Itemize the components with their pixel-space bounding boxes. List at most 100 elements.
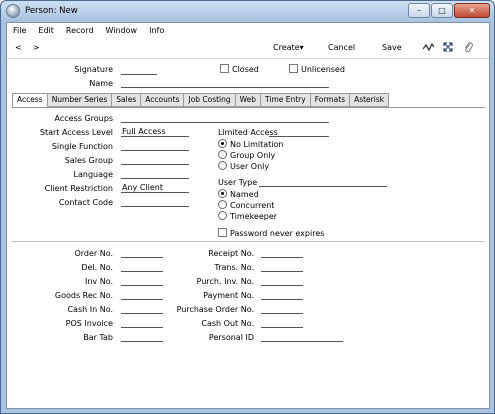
name-label: Name — [89, 79, 113, 88]
order-no-field[interactable] — [121, 248, 163, 258]
personal-id-field[interactable] — [261, 332, 343, 342]
create-button[interactable]: Create▾ — [273, 43, 304, 52]
limited-access-line — [269, 127, 329, 137]
tab-formats[interactable]: Formats — [310, 93, 351, 107]
section-divider — [12, 241, 485, 242]
cancel-button[interactable]: Cancel — [328, 43, 355, 52]
menu-file[interactable]: File — [13, 26, 26, 35]
closed-label: Closed — [232, 65, 259, 74]
purch-inv-no-field[interactable] — [261, 276, 303, 286]
menu-bar: File Edit Record Window Info — [7, 23, 489, 37]
tab-asterisk[interactable]: Asterisk — [350, 93, 390, 107]
tab-time-entry[interactable]: Time Entry — [261, 93, 311, 107]
create-label: Create — [273, 43, 300, 52]
purchase-order-no-field[interactable] — [261, 304, 303, 314]
pos-invoice-label: POS Invoice — [65, 319, 113, 328]
close-button[interactable]: ✕ — [454, 3, 490, 18]
tab-web[interactable]: Web — [235, 93, 262, 107]
window-controls: – □ ✕ — [408, 3, 490, 18]
contact-code-field[interactable] — [121, 197, 189, 207]
timekeeper-label: Timekeeper — [230, 212, 278, 221]
maximize-button[interactable]: □ — [431, 3, 453, 18]
language-label: Language — [73, 170, 113, 179]
purch-inv-no-label: Purch. Inv. No. — [196, 277, 254, 286]
signature-label: Signature — [74, 65, 113, 74]
menu-window[interactable]: Window — [106, 26, 138, 35]
password-never-expires-label: Password never expires — [230, 229, 325, 238]
cash-out-no-field[interactable] — [261, 318, 303, 328]
user-only-label: User Only — [230, 162, 270, 171]
user-type-label: User Type — [218, 178, 258, 187]
no-limitation-radio[interactable] — [218, 139, 227, 148]
tab-bar: Access Number Series Sales Accounts Job … — [12, 93, 390, 108]
window-title: Person: New — [25, 6, 78, 16]
name-field[interactable] — [121, 78, 329, 88]
cash-in-no-field[interactable] — [121, 304, 163, 314]
tab-accounts[interactable]: Accounts — [141, 93, 185, 107]
start-access-level-field[interactable]: Full Access — [121, 127, 189, 137]
no-limitation-label: No Limitation — [230, 140, 284, 149]
signature-field[interactable] — [121, 65, 157, 75]
single-function-field[interactable] — [121, 141, 189, 151]
tab-access[interactable]: Access — [12, 93, 48, 108]
named-label: Named — [230, 190, 259, 199]
paperclip-icon[interactable] — [464, 42, 473, 56]
goods-rec-no-label: Goods Rec No. — [54, 291, 113, 300]
named-radio[interactable] — [218, 189, 227, 198]
pos-invoice-field[interactable] — [121, 318, 163, 328]
unlicensed-label: Unlicensed — [301, 65, 345, 74]
menu-edit[interactable]: Edit — [38, 26, 54, 35]
access-groups-label: Access Groups — [54, 114, 113, 123]
receipt-no-field[interactable] — [261, 248, 303, 258]
menu-info[interactable]: Info — [149, 26, 164, 35]
order-no-label: Order No. — [74, 249, 113, 258]
del-no-label: Del. No. — [81, 263, 113, 272]
concurrent-label: Concurrent — [230, 201, 275, 210]
next-record-button[interactable]: > — [33, 43, 40, 52]
tab-sales[interactable]: Sales — [112, 93, 142, 107]
concurrent-radio[interactable] — [218, 200, 227, 209]
single-function-label: Single Function — [51, 142, 113, 151]
client-restriction-field[interactable]: Any Client — [121, 183, 189, 193]
user-type-line — [259, 177, 387, 187]
goods-rec-no-field[interactable] — [121, 290, 163, 300]
timekeeper-radio[interactable] — [218, 211, 227, 220]
toolbar: < > Create▾ Cancel Save — [7, 37, 489, 59]
payment-no-label: Payment No. — [203, 291, 254, 300]
inv-no-field[interactable] — [121, 276, 163, 286]
tab-panel-border — [12, 107, 485, 108]
del-no-field[interactable] — [121, 262, 163, 272]
password-never-expires-checkbox[interactable] — [218, 228, 227, 237]
group-only-radio[interactable] — [218, 150, 227, 159]
caret-down-icon: ▾ — [299, 43, 304, 52]
tab-job-costing[interactable]: Job Costing — [184, 93, 236, 107]
group-only-label: Group Only — [230, 151, 276, 160]
app-window: Person: New – □ ✕ File Edit Record Windo… — [0, 0, 495, 414]
trans-no-field[interactable] — [261, 262, 303, 272]
bar-tab-label: Bar Tab — [83, 333, 113, 342]
access-groups-field[interactable] — [121, 113, 329, 123]
closed-checkbox[interactable] — [220, 64, 229, 73]
sales-group-label: Sales Group — [64, 156, 113, 165]
sales-group-field[interactable] — [121, 155, 189, 165]
tab-number-series[interactable]: Number Series — [47, 93, 113, 107]
app-icon — [6, 4, 20, 18]
previous-record-button[interactable]: < — [15, 43, 22, 52]
title-bar[interactable]: Person: New – □ ✕ — [1, 1, 494, 22]
user-only-radio[interactable] — [218, 161, 227, 170]
client-restriction-label: Client Restriction — [44, 184, 113, 193]
minimize-button[interactable]: – — [408, 3, 430, 18]
menu-record[interactable]: Record — [66, 26, 94, 35]
start-access-level-label: Start Access Level — [39, 128, 113, 137]
purchase-order-no-label: Purchase Order No. — [176, 305, 254, 314]
language-field[interactable] — [121, 169, 189, 179]
bar-tab-field[interactable] — [121, 332, 163, 342]
save-button[interactable]: Save — [382, 43, 402, 52]
payment-no-field[interactable] — [261, 290, 303, 300]
receipt-no-label: Receipt No. — [208, 249, 254, 258]
activity-icon[interactable] — [422, 42, 435, 55]
trans-no-label: Trans. No. — [214, 263, 254, 272]
expand-icon[interactable] — [443, 42, 453, 55]
cash-in-no-label: Cash In No. — [67, 305, 113, 314]
unlicensed-checkbox[interactable] — [289, 64, 298, 73]
